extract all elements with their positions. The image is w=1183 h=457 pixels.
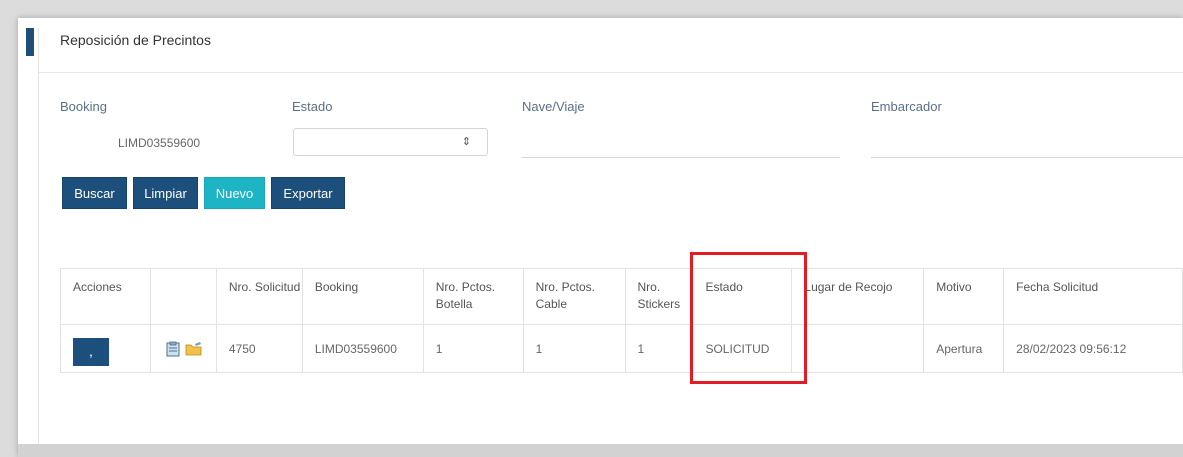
col-motivo[interactable]: Motivo	[923, 268, 1005, 325]
col-nro-solicitud[interactable]: Nro. Solicitud	[215, 268, 303, 325]
col-stickers[interactable]: Nro. Stickers	[624, 268, 694, 325]
cell-nro-solicitud: 4750	[215, 324, 303, 373]
col-lugar-recojo[interactable]: Lugar de Recojo	[791, 268, 925, 325]
cell-fecha-solicitud: 28/02/2023 09:56:12	[1003, 324, 1183, 373]
embarcador-input[interactable]	[871, 157, 1183, 158]
cell-motivo: Apertura	[923, 324, 1005, 373]
nuevo-button[interactable]: Nuevo	[204, 177, 265, 209]
cell-estado: SOLICITUD	[692, 324, 793, 373]
table-header-row: Acciones Nro. Solicitud Booking Nro. Pct…	[60, 268, 1183, 325]
col-fecha-solicitud[interactable]: Fecha Solicitud	[1003, 268, 1183, 325]
col-icons	[149, 268, 217, 325]
exportar-button[interactable]: Exportar	[271, 177, 345, 209]
nave-viaje-input[interactable]	[522, 157, 840, 158]
clipboard-icon[interactable]	[165, 341, 181, 357]
col-pctos-botella[interactable]: Nro. Pctos. Botella	[422, 268, 524, 325]
nave-viaje-label: Nave/Viaje	[522, 99, 585, 114]
bottom-edge	[18, 444, 1183, 457]
page-title: Reposición de Precintos	[60, 32, 211, 48]
cell-acciones: ,	[60, 324, 151, 373]
col-booking[interactable]: Booking	[301, 268, 424, 325]
select-arrow-icon: ⇕	[461, 136, 471, 148]
folder-edit-icon[interactable]	[185, 341, 203, 357]
cell-booking: LIMD03559600	[301, 324, 424, 373]
title-divider	[38, 72, 1183, 73]
cell-lugar-recojo	[791, 324, 925, 373]
content-panel	[38, 28, 1183, 457]
estado-select[interactable]: ⇕	[293, 128, 488, 156]
col-pctos-cable[interactable]: Nro. Pctos. Cable	[522, 268, 626, 325]
cell-pctos-botella: 1	[422, 324, 524, 373]
table-row: , 4750 LIMD03559600 1 1 1 SOLICITUD Aper…	[60, 324, 1183, 373]
results-table: Acciones Nro. Solicitud Booking Nro. Pct…	[60, 268, 1183, 373]
col-estado[interactable]: Estado	[692, 268, 793, 325]
title-accent-bar	[26, 28, 34, 56]
col-acciones: Acciones	[60, 268, 151, 325]
row-action-button[interactable]: ,	[73, 337, 109, 366]
cell-icons	[149, 324, 217, 373]
embarcador-label: Embarcador	[871, 99, 942, 114]
cell-pctos-cable: 1	[522, 324, 626, 373]
cell-stickers: 1	[624, 324, 694, 373]
estado-label: Estado	[292, 99, 333, 114]
limpiar-button[interactable]: Limpiar	[133, 177, 198, 209]
buscar-button[interactable]: Buscar	[62, 177, 127, 209]
booking-input[interactable]: LIMD03559600	[118, 136, 200, 150]
booking-label: Booking	[60, 99, 107, 114]
